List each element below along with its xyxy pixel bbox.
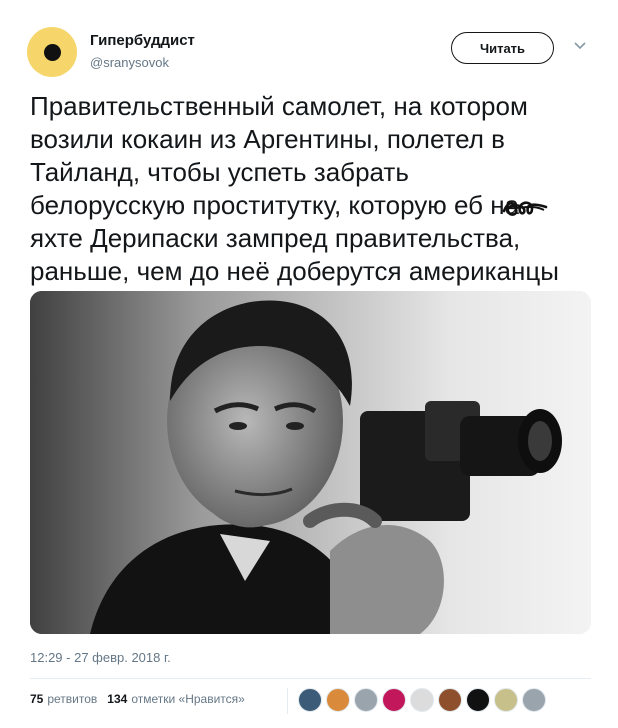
liker-avatar-2[interactable] [326, 688, 350, 712]
tweet-text-line: возили кокаин из Аргентины, полетел в [30, 124, 505, 154]
tweet-text-line: Правительственный самолет, на котором [30, 91, 528, 121]
follow-button[interactable]: Читать [451, 32, 554, 64]
liker-avatar-8[interactable] [494, 688, 518, 712]
chevron-down-icon[interactable] [572, 40, 588, 52]
tweet-text: Правительственный самолет, на котором во… [30, 90, 595, 288]
divider [30, 678, 591, 679]
liker-avatar-9[interactable] [522, 688, 546, 712]
avatar-dot [43, 43, 61, 61]
tweet-stats: 75 ретвитов 134 отметки «Нравится» [30, 692, 245, 706]
liker-avatar-4[interactable] [382, 688, 406, 712]
tweet-photo[interactable] [30, 291, 591, 634]
retweets-label[interactable]: ретвитов [47, 692, 97, 706]
liker-avatar-1[interactable] [298, 688, 322, 712]
liker-avatars [298, 688, 550, 712]
liker-avatar-5[interactable] [410, 688, 434, 712]
tweet-text-line: Тайланд, чтобы успеть забрать [30, 157, 409, 187]
likes-label[interactable]: отметки «Нравится» [131, 692, 245, 706]
tweet-card: Гипербуддист @sranysovok Читать Правител… [0, 0, 618, 728]
tweet-text-line: яхте Дерипаски зампред правительства, [30, 223, 521, 253]
scribble-censor-mark [502, 201, 548, 216]
tweet-text-line: раньше, чем до неё доберутся американцы [30, 256, 559, 286]
likes-count[interactable]: 134 [107, 692, 127, 706]
tweet-timestamp[interactable]: 12:29 - 27 февр. 2018 г. [30, 650, 171, 665]
liker-avatar-3[interactable] [354, 688, 378, 712]
liker-avatar-7[interactable] [466, 688, 490, 712]
liker-avatar-6[interactable] [438, 688, 462, 712]
stats-separator [287, 688, 288, 714]
user-avatar[interactable] [27, 27, 77, 77]
user-name[interactable]: Гипербуддист [90, 32, 195, 49]
portrait-illustration [30, 291, 591, 634]
user-handle[interactable]: @sranysovok [90, 55, 169, 70]
retweets-count[interactable]: 75 [30, 692, 43, 706]
